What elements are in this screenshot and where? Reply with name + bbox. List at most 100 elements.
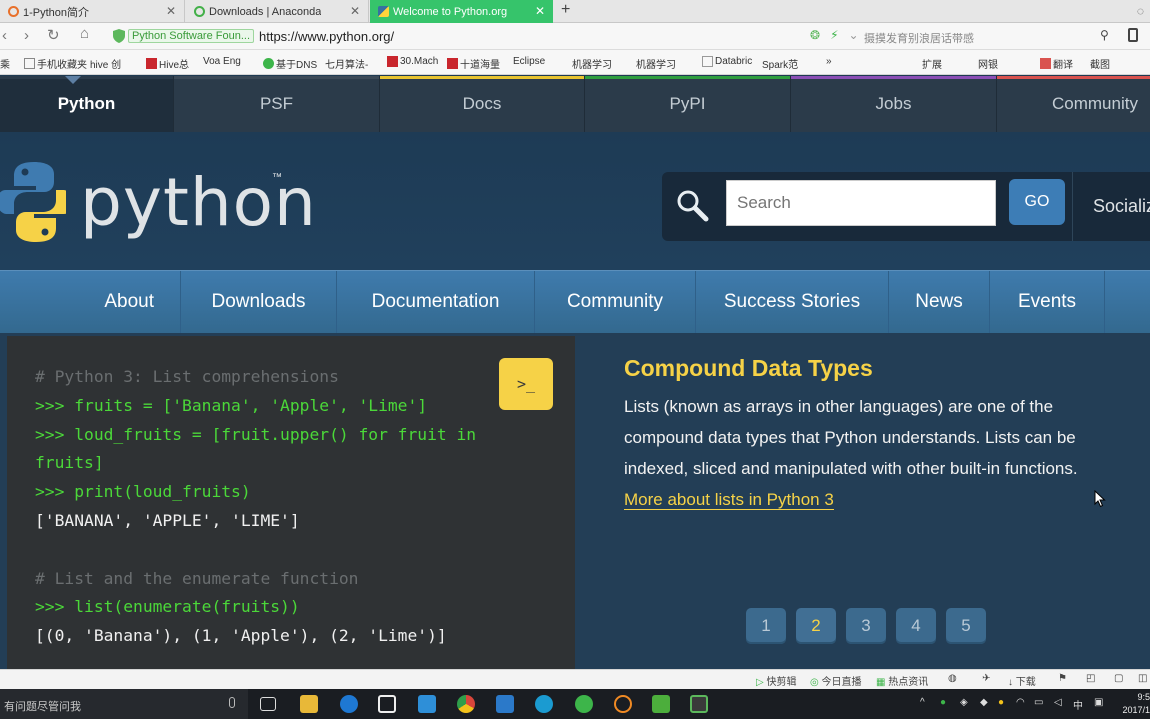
- more-about-lists-link[interactable]: More about lists in Python 3: [624, 490, 834, 510]
- more-bookmarks-icon[interactable]: »: [826, 56, 832, 67]
- hot-news-button[interactable]: ▦ 热点资讯: [876, 673, 928, 688]
- security-indicator[interactable]: Python Software Foun...: [113, 29, 255, 43]
- browser-search-input[interactable]: 摄摸发育别浪居话带感: [864, 30, 974, 46]
- bookmark-item[interactable]: Spark范: [762, 56, 798, 71]
- lightning-icon[interactable]: ⚡: [830, 28, 838, 42]
- chevron-down-icon[interactable]: ⌄: [849, 28, 859, 42]
- top-nav-pypi[interactable]: PyPI: [585, 76, 791, 132]
- tab-python-intro[interactable]: 1-Python简介 ✕: [0, 0, 185, 23]
- home-icon[interactable]: ⌂: [80, 25, 89, 42]
- top-nav-community[interactable]: Community: [997, 76, 1150, 132]
- wifi-icon[interactable]: ◠: [1016, 697, 1025, 708]
- window-icon[interactable]: ▢: [1114, 673, 1123, 684]
- close-icon[interactable]: ✕: [535, 4, 545, 18]
- pager-item[interactable]: 1: [746, 608, 786, 644]
- pager-item[interactable]: 3: [846, 608, 886, 644]
- main-nav-community[interactable]: Community: [535, 271, 696, 333]
- python-logo[interactable]: python ™: [0, 160, 317, 244]
- status-icon[interactable]: ◍: [948, 673, 957, 684]
- bookmark-item[interactable]: Databric: [702, 56, 752, 67]
- notification-icon[interactable]: ▣: [1094, 697, 1103, 708]
- browser-360-icon[interactable]: [535, 695, 553, 713]
- back-icon[interactable]: ‹: [2, 27, 7, 44]
- translate-menu[interactable]: 翻译: [1040, 56, 1073, 71]
- quick-edit-button[interactable]: ▷ 快剪辑: [756, 673, 796, 688]
- bookmark-item[interactable]: 乘: [0, 56, 10, 71]
- top-nav-docs[interactable]: Docs: [380, 76, 585, 132]
- bookmark-item[interactable]: 30.Mach: [387, 56, 438, 67]
- pager-item-active[interactable]: 2: [796, 608, 836, 644]
- main-nav-documentation[interactable]: Documentation: [337, 271, 535, 333]
- screenshot-menu[interactable]: 截图: [1090, 56, 1110, 71]
- top-nav-psf[interactable]: PSF: [174, 76, 380, 132]
- tab-python-org[interactable]: Welcome to Python.org ✕: [370, 0, 553, 23]
- news-icon: ▦: [876, 677, 886, 688]
- close-icon[interactable]: ✕: [166, 4, 176, 18]
- tray-expand-icon[interactable]: ^: [920, 697, 925, 708]
- main-nav-events[interactable]: Events: [990, 271, 1105, 333]
- jupyter-icon[interactable]: [614, 695, 632, 713]
- bookmark-item[interactable]: Hive总: [146, 56, 189, 71]
- tab-anaconda[interactable]: Downloads | Anaconda ✕: [186, 0, 369, 23]
- more-icon[interactable]: ◫: [1138, 673, 1147, 684]
- main-nav-success-stories[interactable]: Success Stories: [696, 271, 889, 333]
- browser-menu-icon[interactable]: ◌: [1137, 4, 1144, 18]
- main-nav-about[interactable]: About: [0, 271, 181, 333]
- pycharm-icon[interactable]: [652, 695, 670, 713]
- cortana-search[interactable]: 有问题尽管问我: [0, 689, 248, 719]
- socialize-menu[interactable]: Socialize: [1072, 172, 1150, 241]
- file-explorer-icon[interactable]: [300, 695, 318, 713]
- active-app-icon[interactable]: [690, 695, 708, 713]
- tray-app-icon[interactable]: ●: [998, 697, 1004, 708]
- top-nav-python[interactable]: Python: [0, 76, 174, 132]
- microphone-icon[interactable]: [229, 697, 235, 708]
- search-input[interactable]: [726, 180, 996, 226]
- go-button[interactable]: GO: [1009, 179, 1065, 225]
- flag-icon[interactable]: ⚑: [1058, 673, 1067, 684]
- layout-icon[interactable]: ◰: [1086, 673, 1095, 684]
- search-icon[interactable]: ⚲: [1100, 28, 1109, 42]
- pager-item[interactable]: 4: [896, 608, 936, 644]
- close-icon[interactable]: ✕: [350, 4, 360, 18]
- pager-item[interactable]: 5: [946, 608, 986, 644]
- new-tab-button[interactable]: +: [561, 1, 570, 19]
- app-icon[interactable]: [496, 695, 514, 713]
- bookmark-item[interactable]: Voa Eng: [203, 56, 241, 67]
- bookmark-item[interactable]: 机器学习: [636, 56, 676, 71]
- search-icon: [677, 190, 709, 222]
- reload-icon[interactable]: ↻: [47, 26, 60, 44]
- bookmark-item[interactable]: hive 创: [90, 56, 121, 71]
- tray-app-icon[interactable]: ◆: [980, 697, 988, 708]
- main-nav-downloads[interactable]: Downloads: [181, 271, 337, 333]
- bookmark-item[interactable]: 机器学习: [572, 56, 612, 71]
- url-field[interactable]: https://www.python.org/: [259, 29, 394, 44]
- tray-app-icon[interactable]: ◈: [960, 697, 968, 708]
- top-nav-jobs[interactable]: Jobs: [791, 76, 997, 132]
- battery-icon[interactable]: ▭: [1034, 697, 1043, 708]
- pin-icon[interactable]: ✈: [982, 673, 990, 684]
- launch-shell-button[interactable]: >_: [499, 358, 553, 410]
- mobile-icon[interactable]: [1128, 28, 1138, 42]
- app-icon[interactable]: [418, 695, 436, 713]
- bookmark-item[interactable]: 十道海量: [447, 56, 500, 71]
- volume-icon[interactable]: ◁: [1054, 697, 1062, 708]
- chrome-icon[interactable]: [457, 695, 475, 713]
- extensions-menu[interactable]: 扩展: [922, 56, 942, 71]
- task-view-icon[interactable]: [260, 697, 276, 711]
- bookmark-item[interactable]: 手机收藏夹: [24, 56, 87, 71]
- bookmark-item[interactable]: 七月算法-: [325, 56, 368, 71]
- edge-icon[interactable]: [340, 695, 358, 713]
- app-icon[interactable]: [575, 695, 593, 713]
- download-button[interactable]: ↓ 下载: [1008, 673, 1036, 688]
- tray-app-icon[interactable]: ●: [940, 697, 946, 708]
- bookmark-item[interactable]: 基于DNS: [263, 56, 317, 71]
- extension-icon[interactable]: ❂: [810, 28, 820, 42]
- system-clock[interactable]: 9:5 2017/1: [1117, 691, 1150, 717]
- input-method-icon[interactable]: 中: [1073, 697, 1083, 712]
- forward-icon[interactable]: ›: [24, 27, 29, 44]
- main-nav-news[interactable]: News: [889, 271, 990, 333]
- store-icon[interactable]: [378, 695, 396, 713]
- live-button[interactable]: ◎ 今日直播: [810, 673, 862, 688]
- bookmark-item[interactable]: Eclipse: [513, 56, 545, 67]
- bank-menu[interactable]: 网银: [978, 56, 998, 71]
